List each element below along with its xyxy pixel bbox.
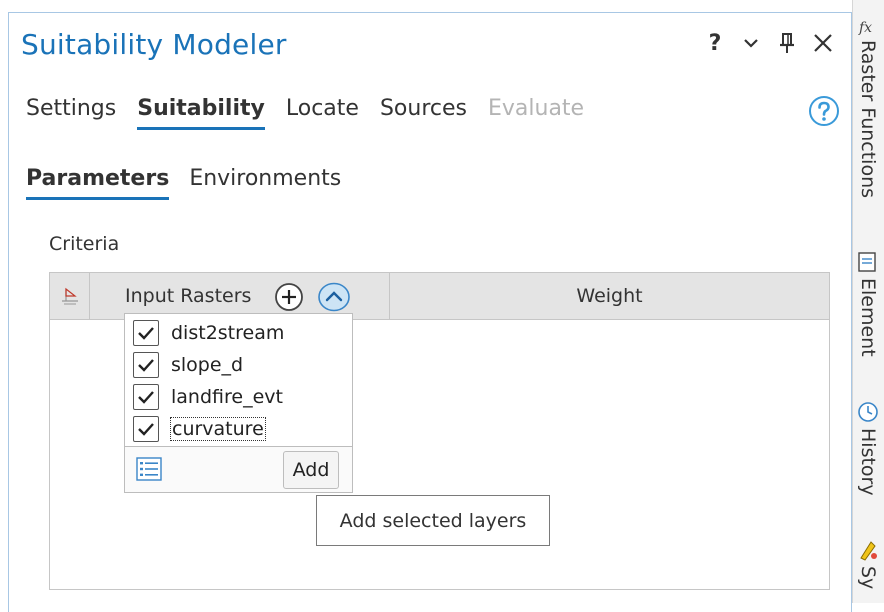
tab-settings[interactable]: Settings [26, 96, 116, 127]
chevron-down-icon [744, 39, 758, 48]
dropdown-footer: Add [125, 446, 352, 492]
tab-suitability[interactable]: Suitability [137, 96, 265, 130]
layer-checkbox[interactable] [133, 416, 159, 442]
help-button[interactable]: ? [700, 26, 730, 60]
tab-evaluate: Evaluate [487, 96, 585, 121]
weight-column-header: Weight [576, 285, 643, 307]
checkmark-icon [138, 391, 154, 404]
element-icon [858, 252, 876, 272]
checkmark-icon [138, 359, 154, 372]
layer-label: curvature [170, 417, 266, 441]
add-selected-button[interactable]: Add [283, 451, 339, 489]
svg-text:fx: fx [858, 20, 872, 36]
add-tooltip: Add selected layers [316, 495, 550, 546]
tab-parameters[interactable]: Parameters [26, 166, 170, 200]
side-tab-element[interactable]: Element [857, 250, 879, 357]
side-tab-history[interactable]: History [857, 400, 879, 496]
help-circle-icon[interactable] [808, 95, 840, 127]
layer-item-curvature[interactable]: curvature [133, 414, 266, 444]
history-icon [858, 402, 878, 422]
pin-button[interactable] [772, 26, 802, 60]
side-panel-tabs: fx Raster Functions Element History Sy [852, 0, 884, 603]
side-tab-label: Sy [857, 566, 879, 590]
pane-title: Suitability Modeler [21, 28, 287, 61]
side-tab-raster-functions[interactable]: fx Raster Functions [857, 16, 879, 198]
add-raster-button[interactable] [274, 282, 304, 312]
suitability-modeler-pane: Suitability Modeler ? Settings Suitabili… [0, 0, 852, 612]
layer-item-dist2stream[interactable]: dist2stream [133, 318, 284, 348]
layer-item-landfire-evt[interactable]: landfire_evt [133, 382, 283, 412]
side-tab-symbology[interactable]: Sy [857, 538, 879, 589]
layer-label: slope_d [171, 354, 244, 376]
checkmark-icon [138, 327, 154, 340]
tab-sources[interactable]: Sources [380, 96, 467, 127]
checkmark-icon [138, 423, 154, 436]
main-tabs: Settings Suitability Locate Sources Eval… [26, 96, 585, 130]
sub-tabs: Parameters Environments [26, 166, 341, 200]
side-tab-label: Element [857, 278, 879, 357]
layer-checkbox[interactable] [133, 384, 159, 410]
symbology-icon [860, 541, 877, 561]
criteria-label: Criteria [49, 233, 120, 255]
layer-checkbox[interactable] [133, 352, 159, 378]
layer-label: landfire_evt [171, 386, 283, 408]
flag-select-icon [61, 287, 78, 305]
pane-title-controls: ? [700, 26, 838, 60]
fx-icon: fx [858, 20, 872, 36]
pin-icon [780, 33, 794, 53]
input-rasters-header-label: Input Rasters [125, 285, 252, 307]
close-icon [814, 34, 832, 52]
select-all-list-icon[interactable] [136, 457, 162, 481]
layer-item-slope-d[interactable]: slope_d [133, 350, 243, 380]
layer-checkbox[interactable] [133, 320, 159, 346]
tab-locate[interactable]: Locate [286, 96, 359, 127]
tab-environments[interactable]: Environments [189, 166, 341, 197]
side-tab-label: Raster Functions [857, 40, 879, 199]
question-mark-icon: ? [708, 30, 722, 56]
layer-label: dist2stream [171, 322, 285, 344]
collapse-list-button[interactable] [318, 282, 350, 312]
side-tab-label: History [857, 428, 879, 496]
pane-menu-button[interactable] [736, 26, 766, 60]
grid-corner-cell[interactable] [50, 273, 90, 319]
close-button[interactable] [808, 26, 838, 60]
raster-layer-dropdown: dist2stream slope_d landfire_evt curvatu… [124, 313, 353, 493]
